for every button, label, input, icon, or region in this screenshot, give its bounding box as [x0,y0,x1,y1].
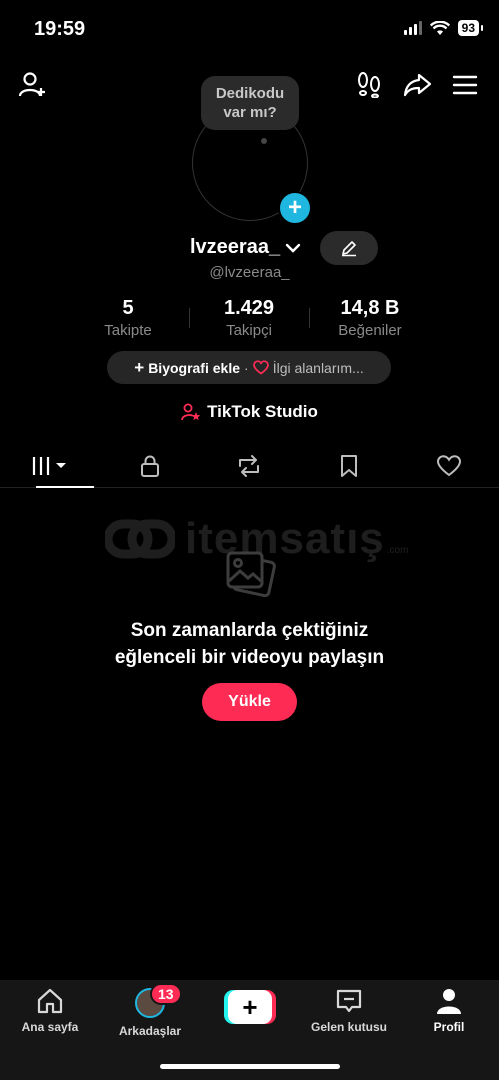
footprint-icon[interactable] [356,70,382,98]
stat-label: Takipte [104,322,152,339]
battery-indicator: 93 [457,20,484,36]
signal-icon [403,21,422,35]
stat-label: Beğeniler [338,322,402,339]
heart-outline-icon [437,455,462,477]
add-bio-label[interactable]: Biyografi ekle [148,360,240,376]
home-indicator [160,1064,340,1069]
username-switcher[interactable]: lvzeeraa_ [190,236,302,259]
empty-line2: eğlenceli bir videoyu paylaşın [114,647,385,668]
pencil-icon [342,241,356,257]
create-button[interactable]: + [224,990,276,1024]
nav-profile[interactable]: Profil [399,988,499,1034]
repost-icon [239,455,260,477]
tiktok-studio-link[interactable]: TikTok Studio [0,402,499,422]
bio-interests-pill[interactable]: + Biyografi ekle · İlgi alanlarım... [107,351,391,384]
grid-icon [32,457,66,475]
status-icons: 93 [403,20,484,36]
menu-icon[interactable] [452,72,478,98]
interests-label[interactable]: İlgi alanlarım... [273,360,364,376]
inbox-icon [336,989,362,1013]
bubble-line2: var mı? [223,104,277,121]
stat-label: Takipçi [226,322,272,339]
stat-followers[interactable]: 1.429 Takipçi [189,297,309,339]
nav-label: Arkadaşlar [118,1024,182,1038]
bio-separator: · [244,359,249,376]
nav-label: Ana sayfa [21,1020,79,1034]
bubble-line1: Dedikodu [215,85,285,102]
stat-value: 5 [122,297,134,319]
bubble-tail [261,138,267,144]
chevron-down-icon [285,243,301,253]
stat-value: 1.429 [223,297,275,319]
nav-label: Gelen kutusu [310,1020,387,1034]
user-handle: @lvzeeraa_ [209,264,290,281]
tab-videos[interactable] [0,445,100,488]
profile-tabs [0,445,499,488]
plus-icon: + [134,357,145,377]
nav-label: Profil [433,1020,465,1034]
studio-icon [181,403,201,421]
add-friend-icon[interactable] [18,70,48,100]
watermark-text: itemsatış [185,514,385,563]
add-photo-button[interactable]: + [278,191,312,225]
gossip-bubble[interactable]: Dedikodu var mı? [201,76,299,130]
tab-favorites[interactable] [299,445,399,487]
wifi-icon [429,20,450,35]
lock-icon [140,455,159,477]
heart-icon [252,360,269,375]
bookmark-icon [341,455,358,477]
nav-inbox[interactable]: Gelen kutusu [299,988,399,1034]
stat-likes[interactable]: 14,8 B Beğeniler [310,297,430,339]
create-plus-icon: + [228,990,272,1024]
tab-liked[interactable] [399,445,499,487]
empty-state-message: Son zamanlarda çektiğiniz eğlenceli bir … [0,617,499,671]
nav-home[interactable]: Ana sayfa [0,988,100,1034]
tab-private[interactable] [100,445,200,487]
share-icon[interactable] [402,70,432,100]
photo-placeholder-icon [224,549,276,606]
studio-label: TikTok Studio [207,402,318,421]
home-icon [37,988,63,1014]
username: lvzeeraa_ [190,236,281,258]
profile-icon [437,989,461,1014]
watermark-sub: .com [386,545,409,556]
link-logo-icon [105,519,175,559]
upload-button[interactable]: Yükle [202,683,297,721]
empty-line1: Son zamanlarda çektiğiniz [130,620,369,641]
friends-notification-badge: 13 [150,983,182,1005]
stat-following[interactable]: 5 Takipte [68,297,188,339]
edit-profile-button[interactable] [320,231,378,265]
tab-reposts[interactable] [200,445,300,487]
status-time: 19:59 [34,18,86,40]
stat-value: 14,8 B [340,297,400,319]
